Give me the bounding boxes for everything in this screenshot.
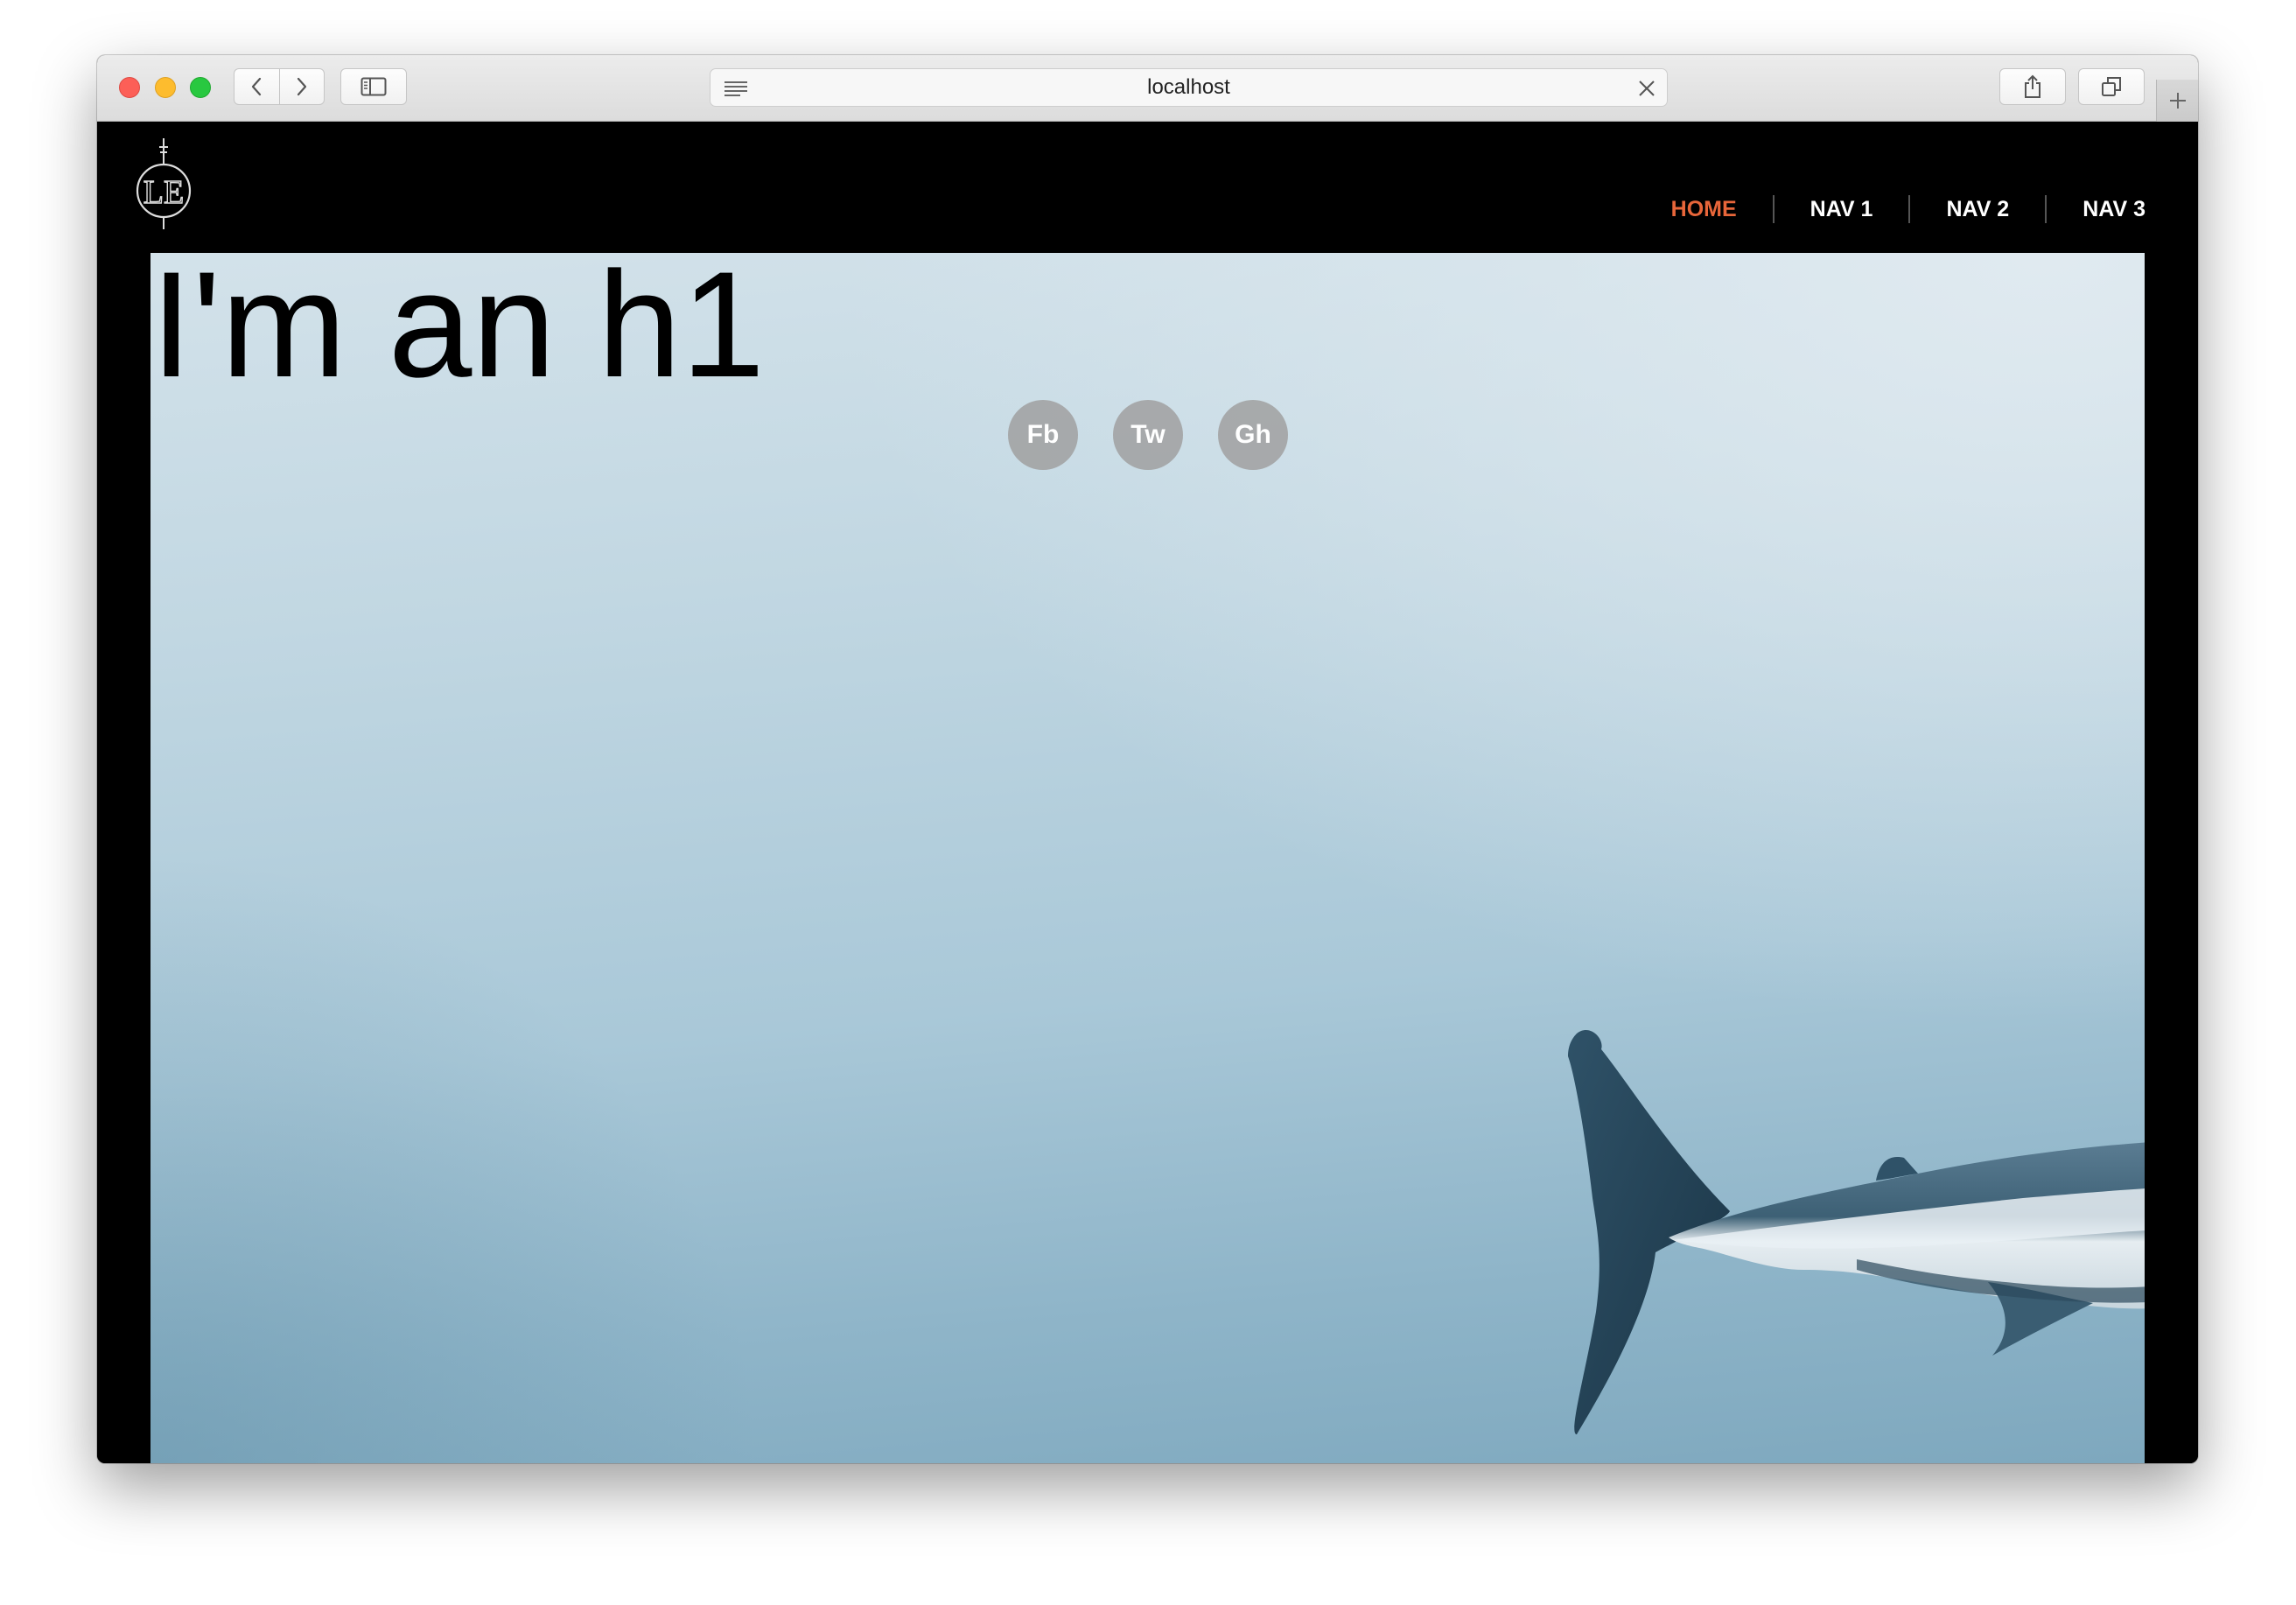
nav-home[interactable]: HOME (1635, 195, 1773, 223)
window-minimize-button[interactable] (155, 77, 176, 98)
chevron-left-icon (252, 77, 262, 96)
logo-icon[interactable]: LE (134, 137, 193, 231)
nav-3[interactable]: NAV 3 (2045, 195, 2146, 223)
share-icon (2025, 74, 2040, 98)
main-nav: HOME NAV 1 NAV 2 NAV 3 (1635, 192, 2146, 227)
tabs-icon (2102, 77, 2121, 96)
window-zoom-button[interactable] (190, 77, 211, 98)
address-bar[interactable]: localhost (710, 68, 1668, 107)
url-text[interactable]: localhost (710, 69, 1667, 106)
desktop: localhost LE HOME NAV 1 NAV 2 NAV 3 I'm … (0, 0, 2296, 1605)
site-header: LE HOME NAV 1 NAV 2 NAV 3 (97, 122, 2198, 253)
browser-window: localhost LE HOME NAV 1 NAV 2 NAV 3 I'm … (97, 55, 2198, 1463)
github-button[interactable]: Gh (1218, 400, 1288, 470)
forward-button[interactable] (278, 69, 325, 104)
history-nav-group (234, 68, 325, 105)
hero-shade (150, 851, 763, 1463)
nav-1[interactable]: NAV 1 (1772, 195, 1909, 223)
window-close-button[interactable] (119, 77, 140, 98)
hero-section: I'm an h1 Fb Tw Gh (150, 253, 2145, 1463)
close-icon[interactable] (1637, 79, 1656, 98)
chevron-right-icon (297, 77, 306, 96)
browser-toolbar: localhost (97, 55, 2198, 122)
sidebar-icon (360, 77, 387, 96)
sidebar-button[interactable] (340, 68, 407, 105)
nav-2[interactable]: NAV 2 (1908, 195, 2045, 223)
back-button[interactable] (234, 69, 279, 104)
twitter-button[interactable]: Tw (1113, 400, 1183, 470)
share-button[interactable] (1999, 68, 2066, 105)
web-page: LE HOME NAV 1 NAV 2 NAV 3 I'm an h1 Fb T… (97, 122, 2198, 1463)
tab-overview-button[interactable] (2078, 68, 2145, 105)
facebook-button[interactable]: Fb (1008, 400, 1078, 470)
new-tab-button[interactable] (2156, 80, 2198, 122)
shark-tail-image (1568, 1030, 2145, 1434)
page-title: I'm an h1 (150, 253, 766, 409)
plus-icon (2169, 93, 2186, 109)
logo-text: LE (144, 174, 184, 211)
